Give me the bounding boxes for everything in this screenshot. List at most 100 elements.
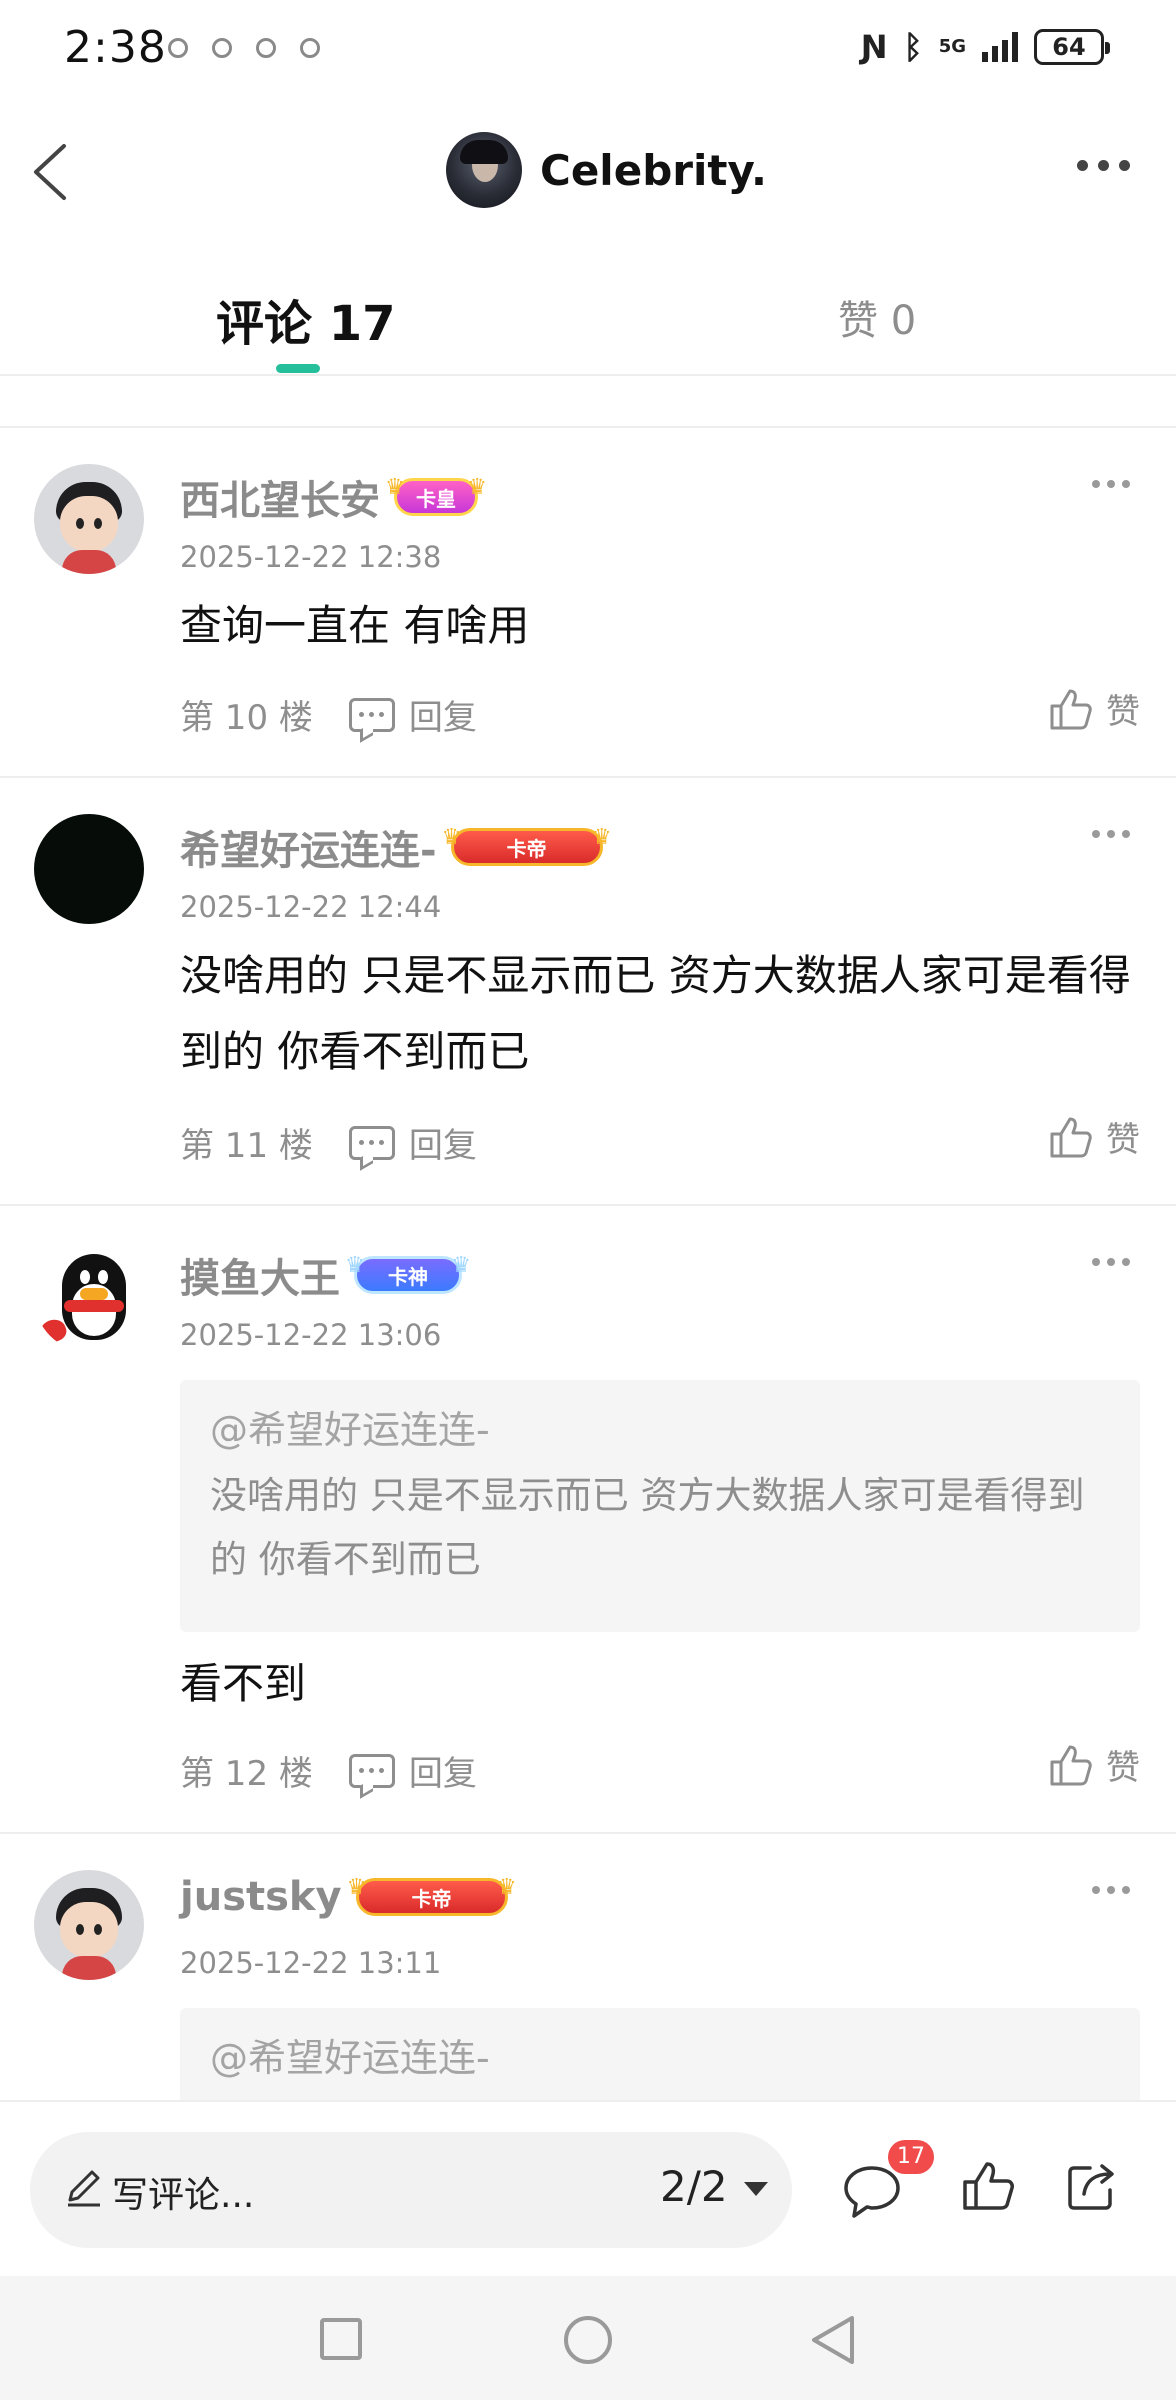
comment-more-button[interactable]	[1092, 1886, 1130, 1894]
notification-icons	[168, 38, 320, 58]
floor-number: 第 12 楼	[180, 1754, 313, 1794]
tab-likes[interactable]: 赞 0	[838, 288, 916, 346]
quoted-username: @希望好运连连-	[210, 1408, 490, 1452]
home-button[interactable]	[564, 2316, 612, 2364]
comment-time: 2025-12-22 12:38	[180, 540, 442, 574]
level-badge: 卡皇	[385, 475, 487, 516]
comment-actions: 第 11 楼 回复	[180, 1118, 477, 1167]
thumbs-up-icon	[1050, 1745, 1092, 1785]
floor-number: 第 11 楼	[180, 1126, 313, 1166]
signal-icon	[982, 32, 1018, 62]
more-dot	[1098, 160, 1109, 171]
active-tab-indicator	[276, 364, 320, 373]
comment-header: 摸鱼大王 卡神	[180, 1246, 471, 1304]
comment-bubble-icon	[348, 1125, 395, 1160]
tab-comments[interactable]: 评论 17	[216, 284, 396, 354]
comment-more-button[interactable]	[1092, 1258, 1130, 1266]
like-button[interactable]: 赞	[1048, 684, 1140, 733]
system-nav-bar	[0, 2276, 1176, 2400]
notification-icon	[212, 38, 232, 58]
status-time: 2:38	[64, 22, 167, 73]
author-name[interactable]: Celebrity.	[540, 146, 767, 195]
battery-icon: 64	[1034, 29, 1110, 65]
like-button[interactable]: 赞	[1048, 1740, 1140, 1789]
back-button[interactable]	[26, 140, 76, 204]
write-comment-input[interactable]: 写评论... 2/2	[30, 2132, 792, 2248]
comment-time: 2025-12-22 13:06	[180, 1318, 442, 1352]
comment-bubble-icon	[348, 1753, 395, 1788]
comment-bubble-icon	[348, 697, 395, 732]
notification-icon	[256, 38, 276, 58]
floor-number: 第 10 楼	[180, 698, 313, 738]
like-label: 赞	[1106, 1748, 1140, 1788]
write-comment-placeholder: 写评论...	[112, 2175, 255, 2216]
author-info[interactable]: Celebrity.	[446, 132, 767, 208]
comment-text: 没啥用的 只是不显示而已 资方大数据人家可是看得到的 你看不到而已	[180, 951, 1131, 1076]
comment-item: justsky 卡帝 2025-12-22 13:11 @希望好运连连-	[0, 1834, 1176, 2100]
avatar[interactable]	[34, 1870, 144, 1980]
recent-apps-button[interactable]	[320, 2318, 362, 2360]
status-bar: 2:38 Ɲ ᛒ 5G 64	[0, 0, 1176, 100]
reply-button[interactable]: 回复	[348, 690, 477, 739]
notification-icon	[300, 38, 320, 58]
username[interactable]: justsky	[180, 1874, 342, 1920]
reply-label: 回复	[408, 1126, 477, 1166]
share-icon[interactable]	[1064, 2158, 1120, 2214]
thumbs-up-icon	[1050, 689, 1092, 729]
tab-bar: 评论 17 赞 0	[0, 258, 1176, 376]
like-label: 赞	[1106, 692, 1140, 732]
reply-button[interactable]: 回复	[348, 1118, 477, 1167]
reply-button[interactable]: 回复	[348, 1746, 477, 1795]
comment-text: 查询一直在 有啥用	[180, 601, 530, 650]
caret-down-icon[interactable]	[744, 2182, 768, 2196]
comment-more-button[interactable]	[1092, 480, 1130, 488]
username[interactable]: 西北望长安	[180, 468, 380, 526]
avatar[interactable]	[34, 814, 144, 924]
comment-header: justsky 卡帝	[180, 1874, 517, 1920]
author-avatar[interactable]	[446, 132, 522, 208]
comment-item: 摸鱼大王 卡神 2025-12-22 13:06 @希望好运连连- 没啥用的 只…	[0, 1206, 1176, 1834]
reply-label: 回复	[408, 698, 477, 738]
comment-more-button[interactable]	[1092, 830, 1130, 838]
comment-header: 希望好运连连- 卡帝	[180, 818, 612, 876]
level-badge: 卡帝	[347, 1875, 517, 1916]
comment-count-badge: 17	[888, 2140, 934, 2174]
system-back-button[interactable]	[808, 2312, 858, 2368]
quoted-username: @希望好运连连-	[210, 2036, 490, 2080]
username[interactable]: 摸鱼大王	[180, 1246, 340, 1304]
comment-actions: 第 12 楼 回复	[180, 1746, 477, 1795]
system-indicators: Ɲ ᛒ 5G 64	[860, 28, 1110, 66]
like-button[interactable]: 赞	[1048, 1112, 1140, 1161]
quoted-comment[interactable]: @希望好运连连- 没啥用的 只是不显示而已 资方大数据人家可是看得到的 你看不到…	[180, 1380, 1140, 1632]
avatar[interactable]	[34, 1242, 144, 1352]
comment-time: 2025-12-22 12:44	[180, 890, 442, 924]
like-label: 赞	[1106, 1120, 1140, 1160]
pencil-icon	[68, 2170, 100, 2207]
comment-time: 2025-12-22 13:11	[180, 1946, 442, 1980]
bluetooth-icon: ᛒ	[903, 28, 923, 66]
comment-actions: 第 10 楼 回复	[180, 690, 477, 739]
comment-item: 希望好运连连- 卡帝 2025-12-22 12:44 没啥用的 只是不显示而已…	[0, 778, 1176, 1206]
avatar[interactable]	[34, 464, 144, 574]
thumbs-up-icon[interactable]	[960, 2158, 1016, 2214]
reply-label: 回复	[408, 1754, 477, 1794]
bottom-action-bar: 写评论... 2/2 17	[0, 2100, 1176, 2276]
thumbs-up-icon	[1050, 1117, 1092, 1157]
quoted-text: 没啥用的 只是不显示而已 资方大数据人家可是看得到的 你看不到而已	[210, 1474, 1085, 1581]
comment-header: 西北望长安 卡皇	[180, 468, 487, 526]
nfc-icon: Ɲ	[860, 28, 888, 66]
top-nav-bar: Celebrity.	[0, 100, 1176, 240]
page-selector[interactable]: 2/2	[660, 2162, 728, 2211]
username[interactable]: 希望好运连连-	[180, 818, 437, 876]
quoted-comment[interactable]: @希望好运连连-	[180, 2008, 1140, 2100]
more-options-button[interactable]	[1077, 160, 1130, 171]
level-badge: 卡帝	[442, 825, 612, 866]
more-dot	[1119, 160, 1130, 171]
level-badge: 卡神	[345, 1253, 471, 1294]
comment-text: 看不到	[180, 1659, 307, 1708]
comment-item: 西北望长安 卡皇 2025-12-22 12:38 查询一直在 有啥用 第 10…	[0, 428, 1176, 778]
chevron-left-icon	[34, 144, 66, 200]
comment-icon[interactable]	[842, 2162, 902, 2222]
more-dot	[1077, 160, 1088, 171]
network-type: 5G	[938, 36, 966, 57]
